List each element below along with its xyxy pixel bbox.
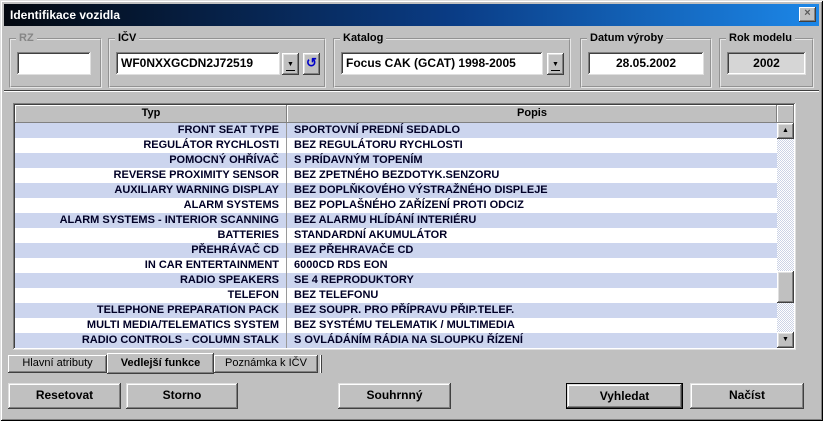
row-typ: REVERSE PROXIMITY SENSOR: [15, 168, 287, 183]
column-header-corner: [777, 105, 794, 123]
rok-modelu-group: Rok modelu 2002: [719, 38, 814, 88]
datum-vyroby-group: Datum výroby 28.05.2002: [580, 38, 712, 88]
close-icon[interactable]: ×: [799, 7, 816, 22]
row-popis: STANDARDNÍ AKUMULÁTOR: [287, 228, 794, 243]
summary-button[interactable]: Souhrnný: [338, 383, 451, 409]
row-popis: BEZ ALARMU HLÍDÁNÍ INTERIÉRU: [287, 213, 794, 228]
window-title: Identifikace vozidla: [10, 8, 120, 22]
row-popis: S PRÍDAVNÝM TOPENÍM: [287, 153, 794, 168]
row-popis: S OVLÁDÁNÍM RÁDIA NA SLOUPKU ŘÍZENÍ: [287, 333, 794, 348]
row-typ: POMOCNÝ OHŘÍVAČ: [15, 153, 287, 168]
chevron-down-icon: ▼: [286, 60, 295, 71]
separator: [4, 90, 819, 92]
chevron-down-icon: ▼: [551, 60, 560, 71]
katalog-input[interactable]: Focus CAK (GCAT) 1998-2005: [341, 52, 543, 75]
rok-modelu-field: 2002: [727, 52, 806, 75]
table-row[interactable]: BATTERIESSTANDARDNÍ AKUMULÁTOR: [15, 228, 794, 243]
row-typ: RADIO CONTROLS - COLUMN STALK: [15, 333, 287, 348]
datum-vyroby-input[interactable]: 28.05.2002: [588, 52, 704, 75]
row-popis: BEZ ZPETNÉHO BEZDOTYK.SENZORU: [287, 168, 794, 183]
row-typ: IN CAR ENTERTAINMENT: [15, 258, 287, 273]
row-popis: BEZ TELEFONU: [287, 288, 794, 303]
row-typ: ALARM SYSTEMS: [15, 198, 287, 213]
row-popis: BEZ DOPLŇKOVÉHO VÝSTRAŽNÉHO DISPLEJE: [287, 183, 794, 198]
table-row[interactable]: FRONT SEAT TYPESPORTOVNÍ PREDNÍ SEDADLO: [15, 123, 794, 138]
search-button[interactable]: Vyhledat: [566, 383, 683, 409]
grid-body: FRONT SEAT TYPESPORTOVNÍ PREDNÍ SEDADLO …: [15, 123, 794, 348]
vehicle-identification-dialog: Identifikace vozidla × RZ IČV WF0NXXGCDN…: [0, 0, 823, 421]
row-typ: FRONT SEAT TYPE: [15, 123, 287, 138]
title-bar[interactable]: Identifikace vozidla ×: [4, 4, 819, 26]
cancel-button[interactable]: Storno: [126, 383, 238, 409]
katalog-group: Katalog Focus CAK (GCAT) 1998-2005 ▼: [333, 38, 571, 88]
table-row[interactable]: REGULÁTOR RYCHLOSTIBEZ REGULÁTORU RYCHLO…: [15, 138, 794, 153]
load-button[interactable]: Načíst: [690, 383, 804, 409]
grid-header: Typ Popis: [15, 105, 794, 123]
row-popis: BEZ PŘEHRAVAČE CD: [287, 243, 794, 258]
attributes-grid: Typ Popis FRONT SEAT TYPESPORTOVNÍ PREDN…: [13, 103, 796, 350]
table-row[interactable]: RADIO SPEAKERSSE 4 REPRODUKTORY: [15, 273, 794, 288]
table-row[interactable]: RADIO CONTROLS - COLUMN STALKS OVLÁDÁNÍM…: [15, 333, 794, 348]
row-popis: BEZ POPLAŠNÉHO ZAŘÍZENÍ PROTI ODCIZ: [287, 198, 794, 213]
row-typ: ALARM SYSTEMS - INTERIOR SCANNING: [15, 213, 287, 228]
scroll-down-icon[interactable]: ▼: [777, 332, 794, 348]
scroll-up-icon[interactable]: ▲: [777, 123, 794, 139]
icv-history-button[interactable]: ↺: [303, 53, 320, 75]
table-row[interactable]: POMOCNÝ OHŘÍVAČS PRÍDAVNÝM TOPENÍM: [15, 153, 794, 168]
rz-input[interactable]: [17, 52, 91, 75]
row-popis: BEZ REGULÁTORU RYCHLOSTI: [287, 138, 794, 153]
row-popis: BEZ SYSTÉMU TELEMATIK / MULTIMEDIA: [287, 318, 794, 333]
table-row[interactable]: PŘEHRÁVAČ CDBEZ PŘEHRAVAČE CD: [15, 243, 794, 258]
column-header-popis[interactable]: Popis: [287, 105, 777, 123]
katalog-dropdown-button[interactable]: ▼: [547, 53, 564, 75]
rz-label: RZ: [16, 32, 37, 44]
icv-group: IČV WF0NXXGCDN2J72519 ▼ ↺: [108, 38, 326, 88]
row-typ: PŘEHRÁVAČ CD: [15, 243, 287, 258]
icv-dropdown-button[interactable]: ▼: [282, 53, 299, 75]
katalog-label: Katalog: [340, 32, 386, 44]
undo-icon: ↺: [306, 53, 317, 73]
row-popis: BEZ SOUPR. PRO PŘÍPRAVU PŘIP.TELEF.: [287, 303, 794, 318]
row-popis: 6000CD RDS EON: [287, 258, 794, 273]
tab-strip-edge: [320, 355, 322, 373]
rok-modelu-label: Rok modelu: [726, 32, 795, 44]
scrollbar-thumb[interactable]: [777, 271, 794, 303]
table-row[interactable]: TELEPHONE PREPARATION PACKBEZ SOUPR. PRO…: [15, 303, 794, 318]
table-row[interactable]: TELEFONBEZ TELEFONU: [15, 288, 794, 303]
table-row[interactable]: MULTI MEDIA/TELEMATICS SYSTEMBEZ SYSTÉMU…: [15, 318, 794, 333]
table-row[interactable]: IN CAR ENTERTAINMENT6000CD RDS EON: [15, 258, 794, 273]
icv-input[interactable]: WF0NXXGCDN2J72519: [116, 52, 280, 75]
icv-label: IČV: [115, 32, 139, 44]
tab-hlavni-atributy[interactable]: Hlavní atributy: [8, 355, 107, 373]
datum-vyroby-label: Datum výroby: [587, 32, 666, 44]
row-popis: SE 4 REPRODUKTORY: [287, 273, 794, 288]
row-typ: TELEFON: [15, 288, 287, 303]
table-row[interactable]: ALARM SYSTEMSBEZ POPLAŠNÉHO ZAŘÍZENÍ PRO…: [15, 198, 794, 213]
row-popis: SPORTOVNÍ PREDNÍ SEDADLO: [287, 123, 794, 138]
rz-group: RZ: [9, 38, 102, 88]
row-typ: RADIO SPEAKERS: [15, 273, 287, 288]
table-row[interactable]: REVERSE PROXIMITY SENSORBEZ ZPETNÉHO BEZ…: [15, 168, 794, 183]
tab-vedlejsi-funkce[interactable]: Vedlejší funkce: [107, 353, 214, 374]
row-typ: BATTERIES: [15, 228, 287, 243]
row-typ: MULTI MEDIA/TELEMATICS SYSTEM: [15, 318, 287, 333]
tab-poznamka-k-icv[interactable]: Poznámka k IČV: [214, 355, 318, 373]
table-row[interactable]: ALARM SYSTEMS - INTERIOR SCANNINGBEZ ALA…: [15, 213, 794, 228]
row-typ: TELEPHONE PREPARATION PACK: [15, 303, 287, 318]
row-typ: REGULÁTOR RYCHLOSTI: [15, 138, 287, 153]
reset-button[interactable]: Resetovat: [8, 383, 121, 409]
column-header-typ[interactable]: Typ: [15, 105, 287, 123]
vertical-scrollbar[interactable]: ▲ ▼: [777, 123, 794, 348]
row-typ: AUXILIARY WARNING DISPLAY: [15, 183, 287, 198]
table-row[interactable]: AUXILIARY WARNING DISPLAYBEZ DOPLŇKOVÉHO…: [15, 183, 794, 198]
